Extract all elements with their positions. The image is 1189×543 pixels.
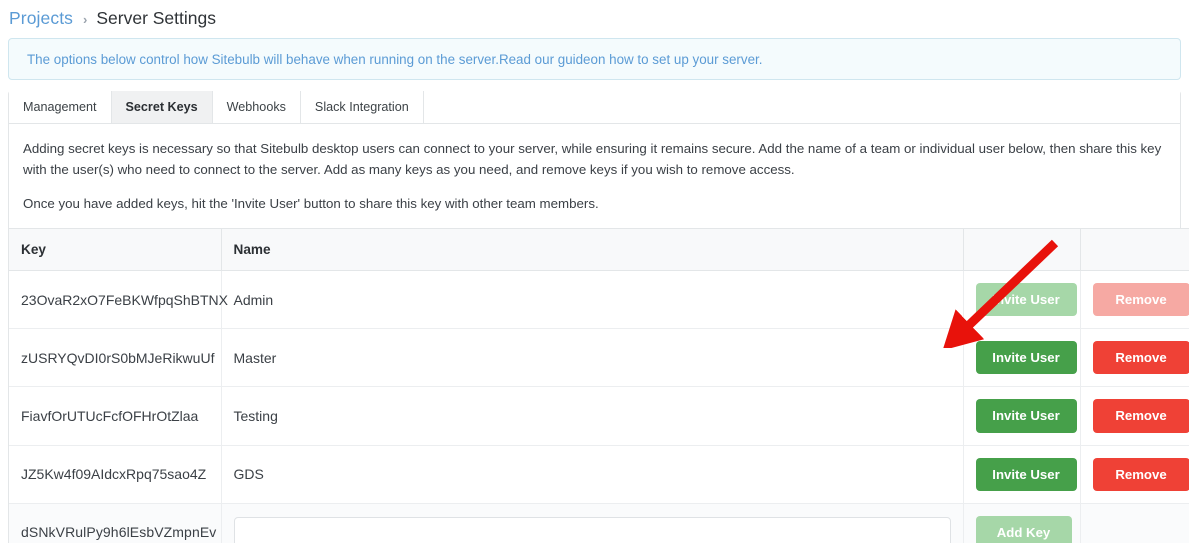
panel-intro: Adding secret keys is necessary so that … <box>9 124 1180 228</box>
cell-invite: Invite User <box>963 445 1081 504</box>
cell-key: 23OvaR2xO7FeBKWfpqShBTNX <box>9 270 228 330</box>
cell-invite: Invite User <box>963 386 1081 446</box>
cell-name: Master <box>221 328 964 388</box>
cell-remove: Remove <box>1080 328 1189 388</box>
cell-name: GDS <box>221 445 964 504</box>
breadcrumb: Projects › Server Settings <box>0 0 1189 30</box>
cell-empty <box>1080 503 1189 543</box>
table-body: 23OvaR2xO7FeBKWfpqShBTNX Admin Invite Us… <box>9 270 1189 543</box>
cell-key: FiavfOrUTUcFcfOFHrOtZlaa <box>9 386 222 446</box>
cell-invite: Invite User <box>963 328 1081 388</box>
column-header-key: Key <box>9 228 222 271</box>
remove-button[interactable]: Remove <box>1092 399 1189 433</box>
server-settings-page: Projects › Server Settings The options b… <box>0 0 1189 543</box>
column-header-name: Name <box>221 228 964 271</box>
new-key-name-input[interactable] <box>233 517 951 543</box>
chevron-right-icon: › <box>83 11 88 27</box>
cell-remove: Remove <box>1080 270 1189 330</box>
cell-add-key: Add Key <box>963 503 1081 543</box>
table-row-new-key: dSNkVRulPy9h6lEsbVZmpnEv Add Key <box>9 503 1189 543</box>
invite-user-button[interactable]: Invite User <box>975 457 1077 491</box>
table-header-row: Key Name <box>9 228 1189 271</box>
invite-user-button[interactable]: Invite User <box>975 399 1077 433</box>
remove-button[interactable]: Remove <box>1092 283 1189 317</box>
column-header-remove <box>1080 228 1189 271</box>
page-title: Server Settings <box>96 7 216 28</box>
intro-paragraph-1: Adding secret keys is necessary so that … <box>23 141 1162 177</box>
secret-keys-table: Key Name 23OvaR2xO7FeBKWfpqShBTNX Admin … <box>9 228 1189 543</box>
remove-button[interactable]: Remove <box>1092 457 1189 491</box>
cell-invite: Invite User <box>963 270 1081 330</box>
invite-user-button[interactable]: Invite User <box>975 283 1077 317</box>
info-banner-text-after: on how to set up your server. <box>590 51 763 67</box>
table-row: FiavfOrUTUcFcfOFHrOtZlaa Testing Invite … <box>9 386 1189 446</box>
tab-webhooks[interactable]: Webhooks <box>212 91 301 123</box>
cell-key: JZ5Kw4f09AIdcxRpq75sao4Z <box>9 445 222 504</box>
tab-management[interactable]: Management <box>9 91 112 123</box>
info-banner-text-before: The options below control how Sitebulb w… <box>27 51 499 67</box>
table-row: zUSRYQvDI0rS0bMJeRikwuUf Master Invite U… <box>9 328 1189 388</box>
invite-user-button[interactable]: Invite User <box>975 341 1077 375</box>
cell-name: Admin <box>221 270 964 330</box>
info-banner: The options below control how Sitebulb w… <box>8 38 1181 80</box>
remove-button[interactable]: Remove <box>1092 341 1189 375</box>
tab-bar: Management Secret Keys Webhooks Slack In… <box>8 91 1181 123</box>
cell-remove: Remove <box>1080 445 1189 504</box>
tab-bar-filler <box>423 91 1180 123</box>
table-row: JZ5Kw4f09AIdcxRpq75sao4Z GDS Invite User… <box>9 445 1189 504</box>
breadcrumb-link-projects[interactable]: Projects <box>9 8 73 29</box>
cell-new-key: dSNkVRulPy9h6lEsbVZmpnEv <box>9 503 222 543</box>
cell-key: zUSRYQvDI0rS0bMJeRikwuUf <box>9 328 222 388</box>
cell-remove: Remove <box>1080 386 1189 446</box>
cell-new-name <box>221 503 964 543</box>
secret-keys-panel: Adding secret keys is necessary so that … <box>8 123 1189 543</box>
table-row: 23OvaR2xO7FeBKWfpqShBTNX Admin Invite Us… <box>9 270 1189 330</box>
tab-secret-keys[interactable]: Secret Keys <box>111 91 213 123</box>
tab-slack-integration[interactable]: Slack Integration <box>300 91 424 123</box>
column-header-invite <box>963 228 1081 271</box>
table-head: Key Name <box>9 228 1189 271</box>
cell-name: Testing <box>221 386 964 446</box>
add-key-button[interactable]: Add Key <box>975 515 1072 543</box>
intro-paragraph-2: Once you have added keys, hit the 'Invit… <box>23 196 599 211</box>
info-banner-guide-link[interactable]: Read our guide <box>499 52 591 67</box>
